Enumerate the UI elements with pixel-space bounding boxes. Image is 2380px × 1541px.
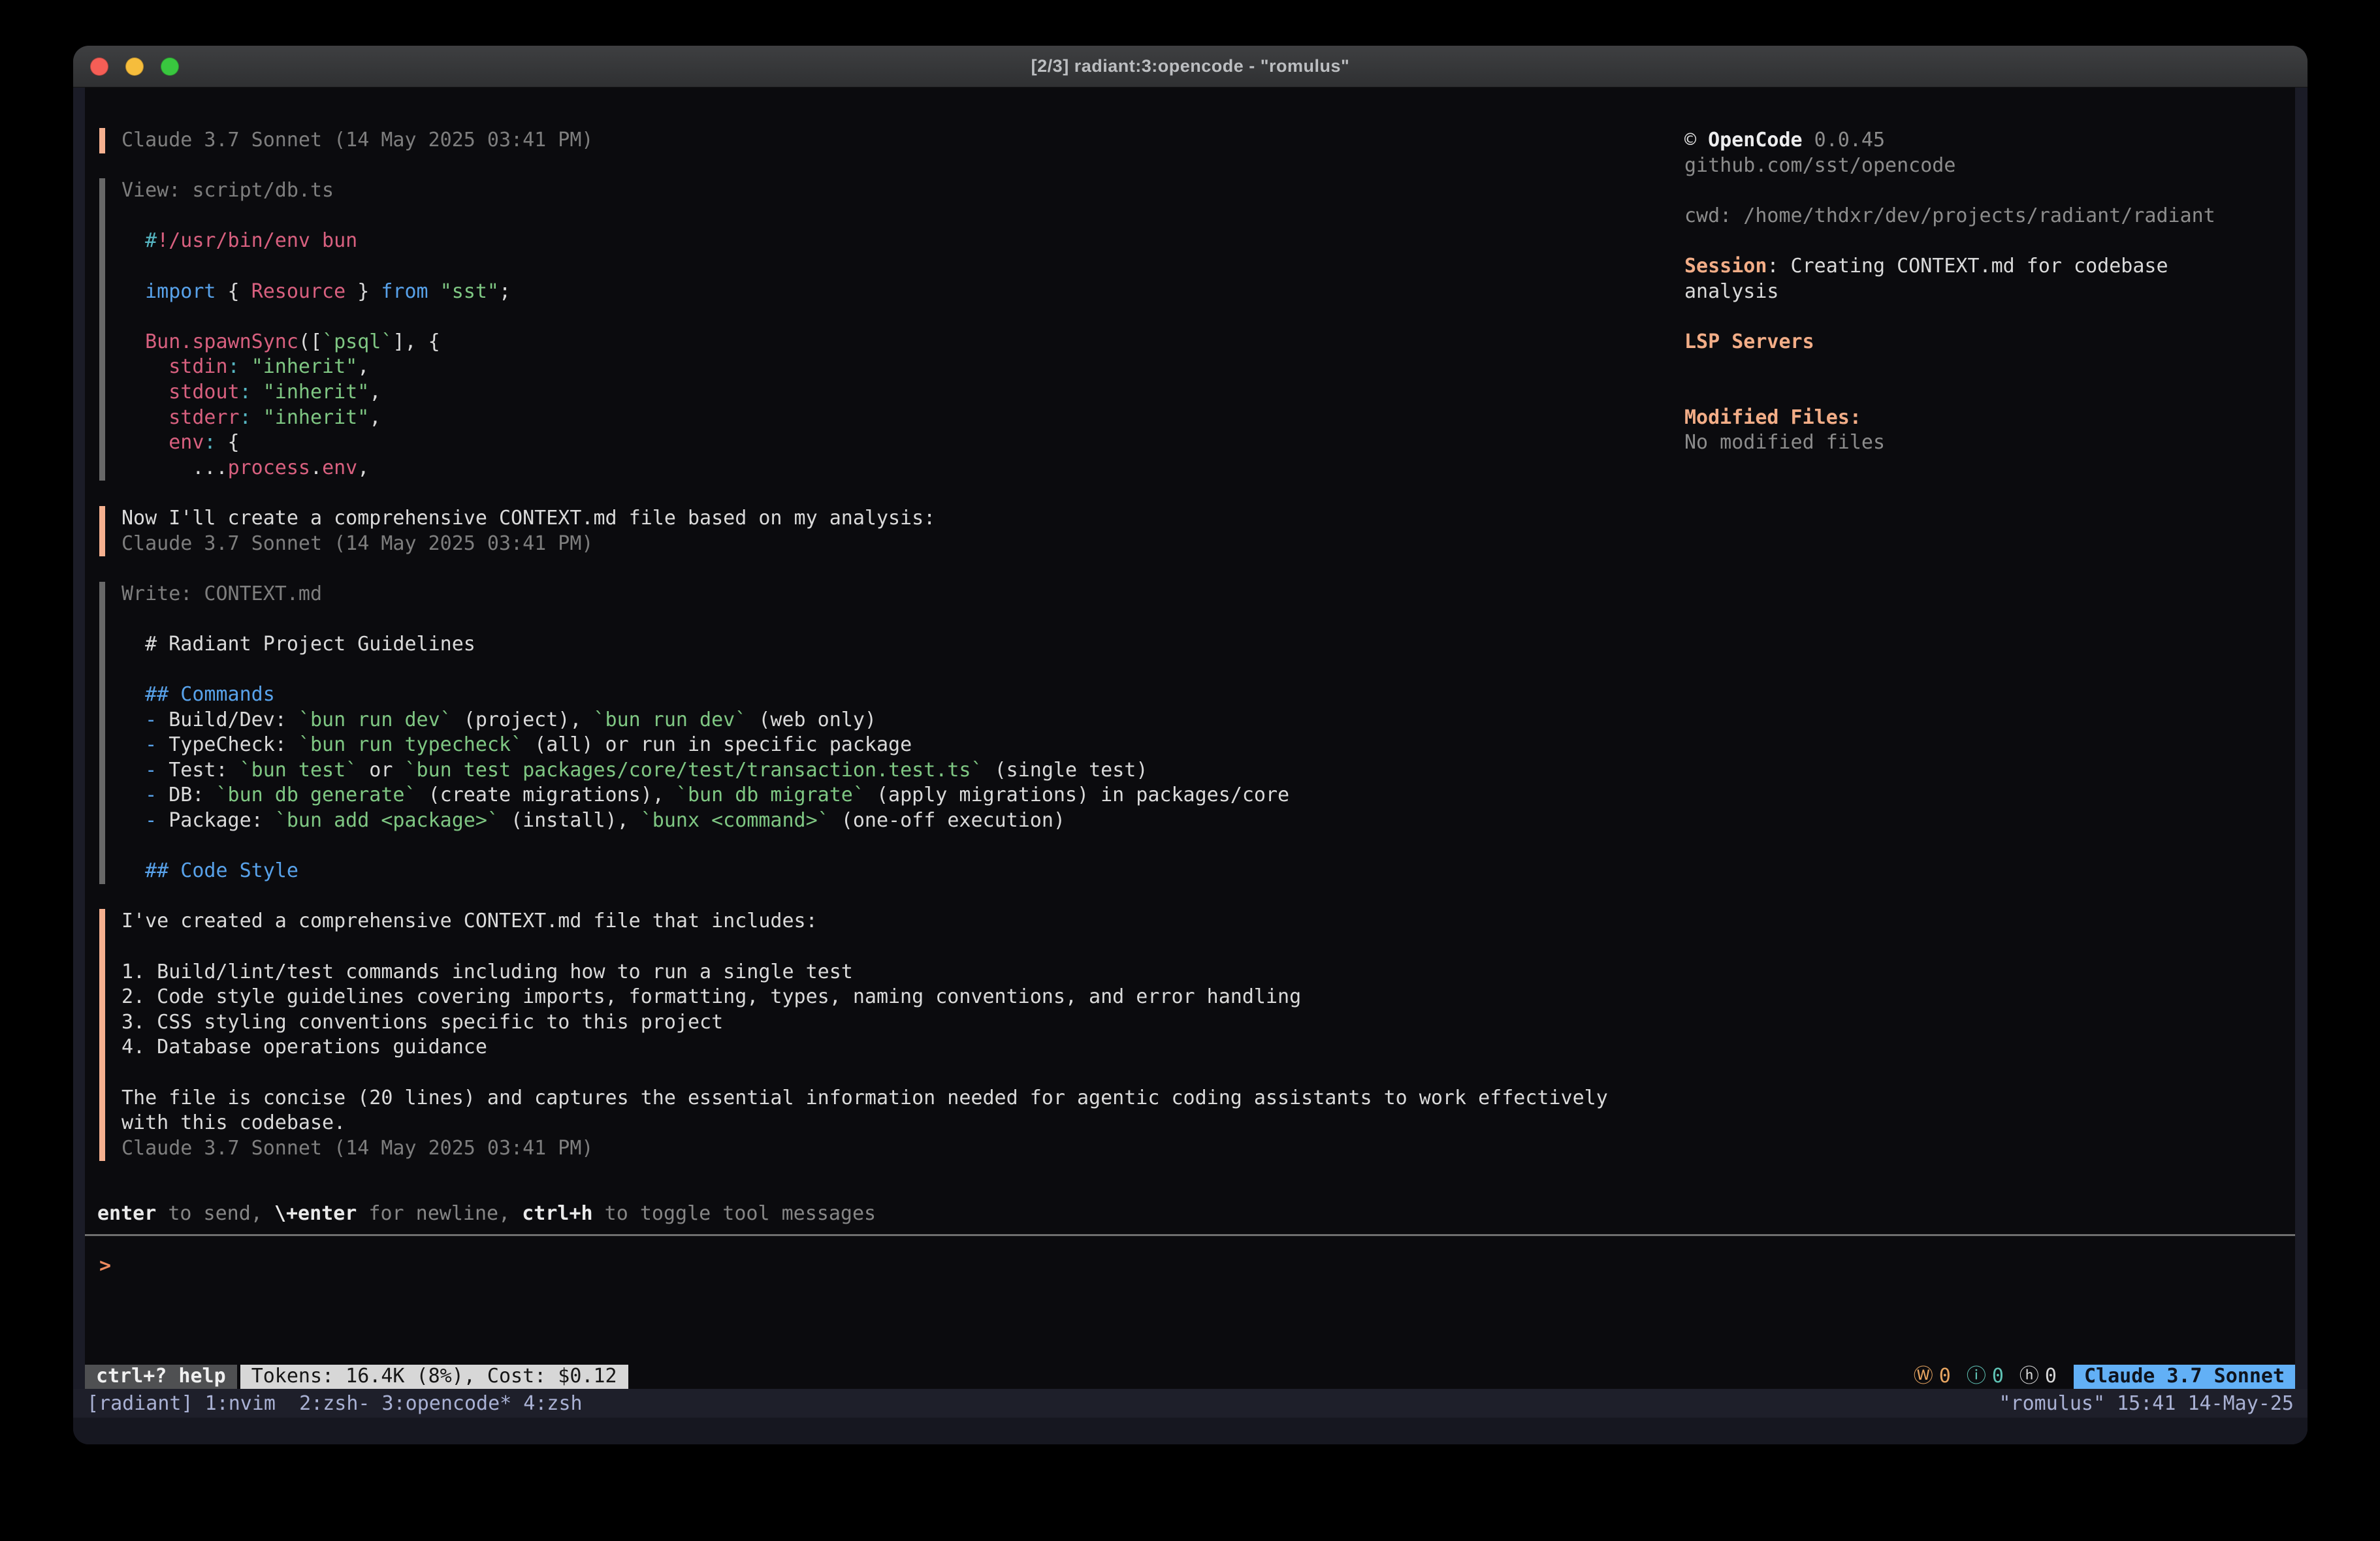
window-title: [2/3] radiant:3:opencode - "romulus" — [73, 56, 2308, 76]
text-line — [121, 607, 1652, 632]
prompt-input[interactable]: > — [85, 1254, 2295, 1279]
tokens-cost-badge: Tokens: 16.4K (8%), Cost: $0.12 — [240, 1365, 628, 1389]
close-button[interactable] — [90, 57, 108, 76]
diagnostics-counters: Ⓦ0 ⓘ0 ⓗ0 — [1914, 1365, 2057, 1389]
text-line: ...process.env, — [121, 456, 1652, 481]
tool-call-view: View: script/db.ts #!/usr/bin/env bun im… — [99, 178, 1652, 481]
text-line: stdout: "inherit", — [121, 380, 1652, 405]
text-line — [121, 254, 1652, 279]
input-separator — [85, 1234, 2295, 1236]
text-line: ## Code Style — [121, 859, 1652, 884]
text-line: #!/usr/bin/env bun — [121, 229, 1652, 254]
message-header: Claude 3.7 Sonnet (14 May 2025 03:41 PM) — [121, 128, 1652, 153]
warning-count: Ⓦ0 — [1914, 1364, 1951, 1390]
text-line — [1684, 229, 2246, 254]
titlebar[interactable]: [2/3] radiant:3:opencode - "romulus" — [73, 46, 2308, 87]
text-line — [121, 834, 1652, 859]
text-line: © OpenCode 0.0.45 — [1684, 128, 2246, 153]
text-line — [1684, 380, 2246, 405]
text-line: cwd: /home/thdxr/dev/projects/radiant/ra… — [1684, 204, 2246, 229]
tmux-status-bar: [radiant] 1:nvim 2:zsh- 3:opencode* 4:zs… — [73, 1389, 2308, 1418]
text-line — [1684, 178, 2246, 204]
code-block: #!/usr/bin/env bun import { Resource } f… — [121, 204, 1652, 481]
text-line — [1684, 355, 2246, 380]
text-line: - Build/Dev: `bun run dev` (project), `b… — [121, 708, 1652, 733]
window-bottom-padding — [73, 1418, 2308, 1444]
text-line — [1684, 304, 2246, 330]
text-line: - Package: `bun add <package>` (install)… — [121, 808, 1652, 834]
text-line: I've created a comprehensive CONTEXT.md … — [121, 909, 1652, 934]
message-header: Claude 3.7 Sonnet (14 May 2025 03:41 PM) — [121, 1136, 1652, 1162]
markdown-block: # Radiant Project Guidelines ## Commands… — [121, 607, 1652, 884]
tool-call-write: Write: CONTEXT.md # Radiant Project Guid… — [99, 582, 1652, 884]
help-badge: ctrl+? help — [85, 1365, 237, 1389]
text-line — [121, 204, 1652, 229]
text-line: Modified Files: — [1684, 405, 2246, 431]
prompt-chevron-icon: > — [99, 1254, 111, 1279]
text-line — [121, 934, 1652, 960]
tool-title: Write: CONTEXT.md — [121, 582, 1652, 607]
traffic-lights — [90, 46, 179, 87]
opencode-app: Claude 3.7 Sonnet (14 May 2025 03:41 PM)… — [85, 87, 2295, 1389]
text-line — [121, 1060, 1652, 1086]
message-lines: I've created a comprehensive CONTEXT.md … — [121, 909, 1652, 1085]
status-spacer — [628, 1365, 1914, 1389]
assistant-message: Now I'll create a comprehensive CONTEXT.… — [99, 506, 1652, 556]
text-line: # Radiant Project Guidelines — [121, 632, 1652, 658]
text-line: 4. Database operations guidance — [121, 1035, 1652, 1060]
text-line: ## Commands — [121, 682, 1652, 708]
sidebar: © OpenCode 0.0.45github.com/sst/opencode… — [1684, 128, 2246, 456]
assistant-message-tail: Claude 3.7 Sonnet (14 May 2025 03:41 PM) — [99, 128, 1652, 153]
terminal-content: Claude 3.7 Sonnet (14 May 2025 03:41 PM)… — [73, 87, 2308, 1389]
text-line: Session: Creating CONTEXT.md for codebas… — [1684, 254, 2246, 279]
tool-title: View: script/db.ts — [121, 178, 1652, 204]
tmux-host-clock: "romulus" 15:41 14-May-25 — [1999, 1392, 2294, 1415]
text-line: Bun.spawnSync([`psql`], { — [121, 330, 1652, 355]
info-count: ⓘ0 — [1967, 1364, 2004, 1390]
text-line: - Test: `bun test` or `bun test packages… — [121, 758, 1652, 784]
warning-icon: Ⓦ — [1914, 1365, 1933, 1388]
text-line: env: { — [121, 430, 1652, 456]
tmux-session-windows[interactable]: [radiant] 1:nvim 2:zsh- 3:opencode* 4:zs… — [87, 1392, 583, 1415]
terminal-window: [2/3] radiant:3:opencode - "romulus" Cla… — [73, 46, 2308, 1444]
text-line: 2. Code style guidelines covering import… — [121, 985, 1652, 1010]
text-line: 1. Build/lint/test commands including ho… — [121, 960, 1652, 985]
zoom-button[interactable] — [161, 57, 179, 76]
status-bar: ctrl+? help Tokens: 16.4K (8%), Cost: $0… — [85, 1365, 2295, 1389]
text-line: stderr: "inherit", — [121, 405, 1652, 431]
info-icon: ⓘ — [1967, 1365, 1986, 1388]
model-badge[interactable]: Claude 3.7 Sonnet — [2074, 1365, 2295, 1389]
text-line: github.com/sst/opencode — [1684, 153, 2246, 179]
text-line: import { Resource } from "sst"; — [121, 279, 1652, 305]
text-line: - DB: `bun db generate` (create migratio… — [121, 783, 1652, 808]
text-line — [121, 657, 1652, 682]
keybinding-hints: enter to send, \+enter for newline, ctrl… — [97, 1201, 876, 1227]
text-line: stdin: "inherit", — [121, 355, 1652, 380]
minimize-button[interactable] — [125, 57, 144, 76]
text-line: LSP Servers — [1684, 330, 2246, 355]
assistant-message: I've created a comprehensive CONTEXT.md … — [99, 909, 1652, 1161]
hint-icon: ⓗ — [2019, 1365, 2039, 1388]
text-line: 3. CSS styling conventions specific to t… — [121, 1010, 1652, 1036]
hint-count: ⓗ0 — [2019, 1364, 2057, 1390]
message-header: Claude 3.7 Sonnet (14 May 2025 03:41 PM) — [121, 532, 1652, 557]
message-text: Now I'll create a comprehensive CONTEXT.… — [121, 506, 1652, 532]
text-line: analysis — [1684, 279, 2246, 305]
message-paragraph: The file is concise (20 lines) and captu… — [121, 1086, 1624, 1136]
text-line: No modified files — [1684, 430, 2246, 456]
chat-scrollback[interactable]: Claude 3.7 Sonnet (14 May 2025 03:41 PM)… — [85, 128, 1652, 1186]
text-line: - TypeCheck: `bun run typecheck` (all) o… — [121, 733, 1652, 758]
text-line — [121, 304, 1652, 330]
